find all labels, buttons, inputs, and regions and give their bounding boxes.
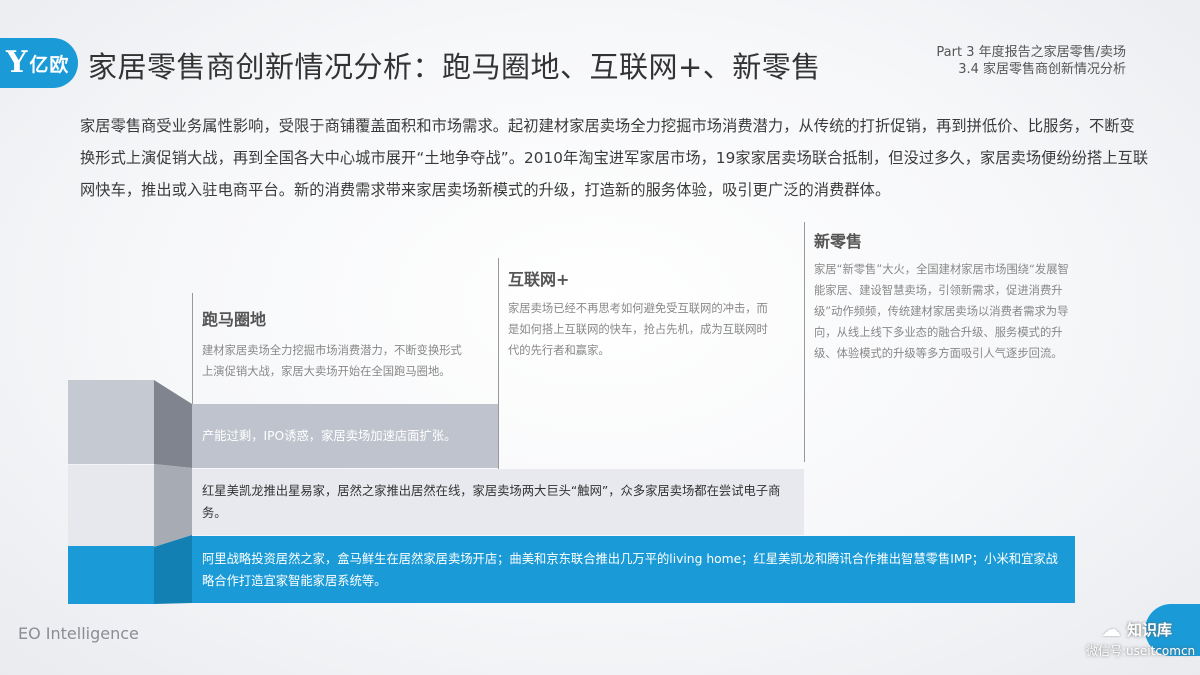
band-text-3: 阿里战略投资居然之家，盒马鲜生在居然家居卖场开店；曲美和京东联合推出几万平的li… (202, 551, 1058, 588)
stage-title-1: 跑马圈地 (202, 310, 267, 329)
band-text-1: 产能过剩，IPO诱惑，家居卖场加速店面扩张。 (202, 429, 457, 443)
footer-brand: EO Intelligence (18, 624, 139, 643)
section-sub: 3.4 家居零售商创新情况分析 (958, 62, 1126, 77)
stair-block-3 (68, 546, 154, 604)
stair-block-1 (68, 380, 154, 464)
intro-paragraph: 家居零售商受业务属性影响，受限于商铺覆盖面积和市场需求。起初建材家居卖场全力挖掘… (80, 117, 1149, 199)
stage-line-1 (192, 293, 193, 404)
stage-title-3: 新零售 (814, 232, 863, 251)
stair-block-2 (68, 465, 154, 547)
wechat-watermark: ☁ 知识库 (1101, 617, 1172, 641)
band-text-2: 红星美凯龙推出星易家，居然之家推出居然在线，家居卖场两大巨头“触网”，众多家居卖… (202, 484, 781, 520)
stage-line-3 (804, 222, 805, 462)
stage-desc-2: 家居卖场已经不再思考如何避免受互联网的冲击，而是如何搭上互联网的快车，抢占先机，… (508, 302, 768, 357)
stage-desc-1: 建材家居卖场全力挖掘市场消费潜力，不断变换形式上演促销大战，家居大卖场开始在全国… (202, 344, 462, 378)
band-3: 阿里战略投资居然之家，盒马鲜生在居然家居卖场开店；曲美和京东联合推出几万平的li… (192, 536, 1075, 603)
wechat-name: 知识库 (1127, 620, 1173, 639)
stage-desc-3: 家居“新零售”大火，全国建材家居市场围绕“发展智能家居、建设智慧卖场，引领新需求… (814, 263, 1069, 360)
section-part: Part 3 年度报告之家居零售/卖场 (936, 45, 1126, 60)
stage-line-2 (498, 258, 499, 469)
band-2: 红星美凯龙推出星易家，居然之家推出居然在线，家居卖场两大巨头“触网”，众多家居卖… (192, 469, 804, 535)
stage-title-2: 互联网+ (508, 270, 570, 289)
wechat-id: 微信号:useitcomcn (1086, 644, 1196, 658)
stair-side-1 (154, 380, 192, 468)
band-1: 产能过剩，IPO诱惑，家居卖场加速店面扩张。 (192, 404, 498, 468)
stair-side-3 (154, 535, 192, 604)
wechat-icon: ☁ (1101, 617, 1121, 641)
stair-side-2 (154, 464, 192, 547)
section-info: Part 3 年度报告之家居零售/卖场 3.4 家居零售商创新情况分析 (936, 44, 1126, 78)
